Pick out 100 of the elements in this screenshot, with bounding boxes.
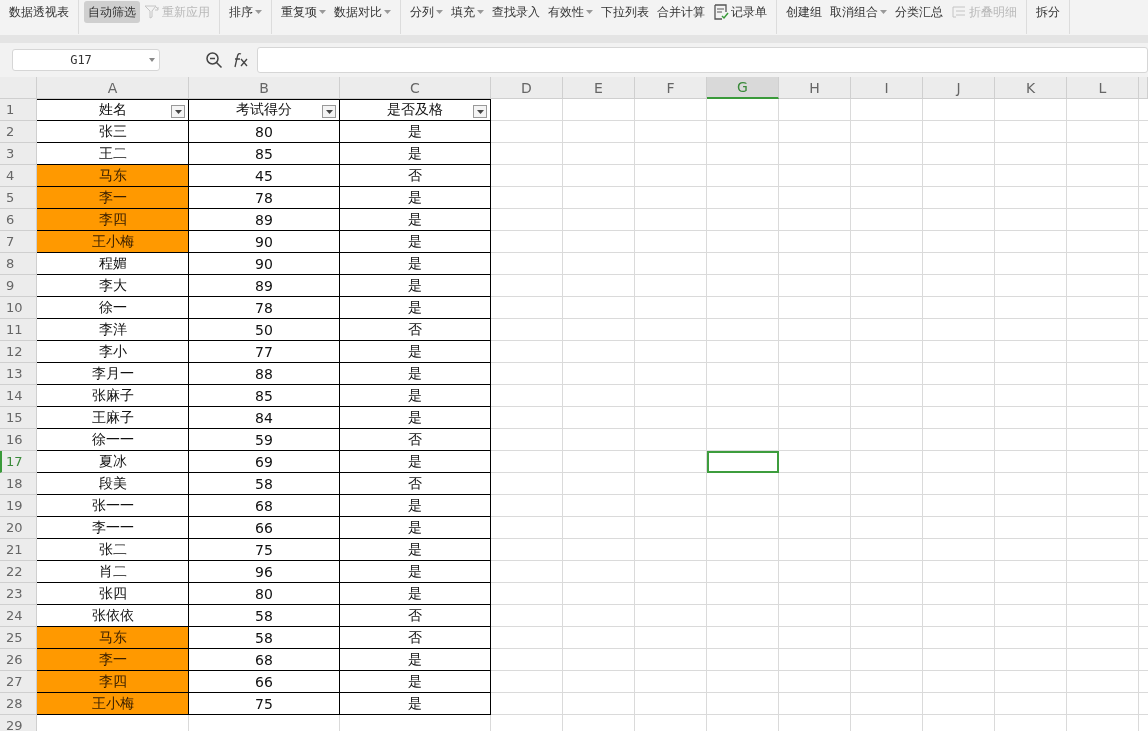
formula-field[interactable] [257, 47, 1148, 73]
toolbar-button[interactable]: 取消组合 [826, 1, 891, 23]
row-header[interactable]: 10 [0, 297, 37, 319]
table-cell: 马东 [37, 165, 189, 187]
table-cell: 是 [340, 561, 491, 583]
table-cell: 否 [340, 605, 491, 627]
row-header[interactable]: 7 [0, 231, 37, 253]
selected-cell[interactable] [707, 451, 779, 473]
table-cell: 程媚 [37, 253, 189, 275]
row-header[interactable]: 11 [0, 319, 37, 341]
row-header[interactable]: 22 [0, 561, 37, 583]
row-header[interactable]: 15 [0, 407, 37, 429]
row-header[interactable]: 6 [0, 209, 37, 231]
row-header[interactable]: 1 [0, 99, 37, 121]
table-cell: 李洋 [37, 319, 189, 341]
toolbar-button[interactable]: 重复项 [277, 1, 330, 23]
toolbar-button[interactable]: 合并计算 [653, 1, 709, 23]
toolbar-button[interactable]: 排序 [225, 1, 266, 23]
toolbar-button[interactable]: 填充 [447, 1, 488, 23]
table-cell: 80 [189, 583, 340, 605]
zoom-icon[interactable] [205, 51, 223, 69]
toolbar-button[interactable]: 创建组 [782, 1, 826, 23]
row-header[interactable]: 18 [0, 473, 37, 495]
table-cell: 否 [340, 319, 491, 341]
column-header[interactable]: E [563, 77, 635, 99]
table-cell: 是 [340, 583, 491, 605]
table-cell: 是 [340, 253, 491, 275]
table-cell: 是 [340, 209, 491, 231]
toolbar-button[interactable]: 有效性 [544, 1, 597, 23]
row-header[interactable]: 28 [0, 693, 37, 715]
column-header[interactable]: L [1067, 77, 1139, 99]
table-cell: 是 [340, 363, 491, 385]
row-header[interactable]: 26 [0, 649, 37, 671]
row-header[interactable]: 8 [0, 253, 37, 275]
toolbar-button[interactable]: 数据透视表 [5, 1, 73, 23]
row-header[interactable]: 19 [0, 495, 37, 517]
column-header[interactable]: I [851, 77, 923, 99]
filter-dropdown[interactable] [171, 105, 185, 118]
caret-icon [477, 10, 484, 14]
toolbar-button[interactable]: 查找录入 [488, 1, 544, 23]
table-cell: 78 [189, 297, 340, 319]
row-header[interactable]: 16 [0, 429, 37, 451]
toolbar-button[interactable]: 分列 [406, 1, 447, 23]
header-cell: 姓名 [37, 99, 189, 121]
table-cell: 是 [340, 693, 491, 715]
toolbar-button[interactable]: 自动筛选 [84, 1, 140, 23]
toolbar-button[interactable]: 记录单 [709, 1, 771, 23]
table-cell: 是 [340, 539, 491, 561]
row-header[interactable]: 9 [0, 275, 37, 297]
table-cell: 89 [189, 275, 340, 297]
column-header[interactable]: D [491, 77, 563, 99]
row-header[interactable]: 5 [0, 187, 37, 209]
caret-icon [174, 109, 182, 114]
column-header[interactable]: A [37, 77, 189, 99]
table-cell: 59 [189, 429, 340, 451]
toolbar-button[interactable]: 数据对比 [330, 1, 395, 23]
row-header[interactable]: 13 [0, 363, 37, 385]
row-header[interactable]: 12 [0, 341, 37, 363]
column-header[interactable]: F [635, 77, 707, 99]
table-cell: 是 [340, 671, 491, 693]
table-cell: 马东 [37, 627, 189, 649]
table-cell: 夏冰 [37, 451, 189, 473]
table-cell: 是 [340, 407, 491, 429]
row-header[interactable]: 23 [0, 583, 37, 605]
toolbar-button[interactable]: 分类汇总 [891, 1, 947, 23]
column-header[interactable]: H [779, 77, 851, 99]
filter-dropdown[interactable] [322, 105, 336, 118]
table-cell: 50 [189, 319, 340, 341]
toolbar-button[interactable]: 下拉列表 [597, 1, 653, 23]
row-header[interactable]: 17 [0, 451, 37, 473]
table-cell: 张依依 [37, 605, 189, 627]
form-icon [713, 4, 729, 20]
column-header[interactable]: C [340, 77, 491, 99]
name-box[interactable]: G17 [12, 49, 160, 71]
column-header[interactable]: J [923, 77, 995, 99]
filter-dropdown[interactable] [473, 105, 487, 118]
row-header[interactable]: 3 [0, 143, 37, 165]
row-header[interactable]: 27 [0, 671, 37, 693]
toolbar-button[interactable]: 拆分 [1032, 1, 1064, 23]
table-cell: 否 [340, 429, 491, 451]
row-header[interactable]: 20 [0, 517, 37, 539]
table-cell: 84 [189, 407, 340, 429]
column-header[interactable]: K [995, 77, 1067, 99]
column-header[interactable]: B [189, 77, 340, 99]
row-header[interactable]: 21 [0, 539, 37, 561]
table-cell: 88 [189, 363, 340, 385]
row-header[interactable]: 29 [0, 715, 37, 731]
function-icon[interactable] [232, 51, 250, 69]
row-header[interactable]: 24 [0, 605, 37, 627]
table-cell: 张二 [37, 539, 189, 561]
row-header[interactable]: 14 [0, 385, 37, 407]
table-cell: 75 [189, 693, 340, 715]
table-cell: 王麻子 [37, 407, 189, 429]
row-header[interactable]: 25 [0, 627, 37, 649]
table-cell: 王小梅 [37, 693, 189, 715]
row-header[interactable]: 4 [0, 165, 37, 187]
column-header[interactable]: G [707, 77, 779, 99]
table-cell: 58 [189, 627, 340, 649]
row-header[interactable]: 2 [0, 121, 37, 143]
table-cell: 45 [189, 165, 340, 187]
